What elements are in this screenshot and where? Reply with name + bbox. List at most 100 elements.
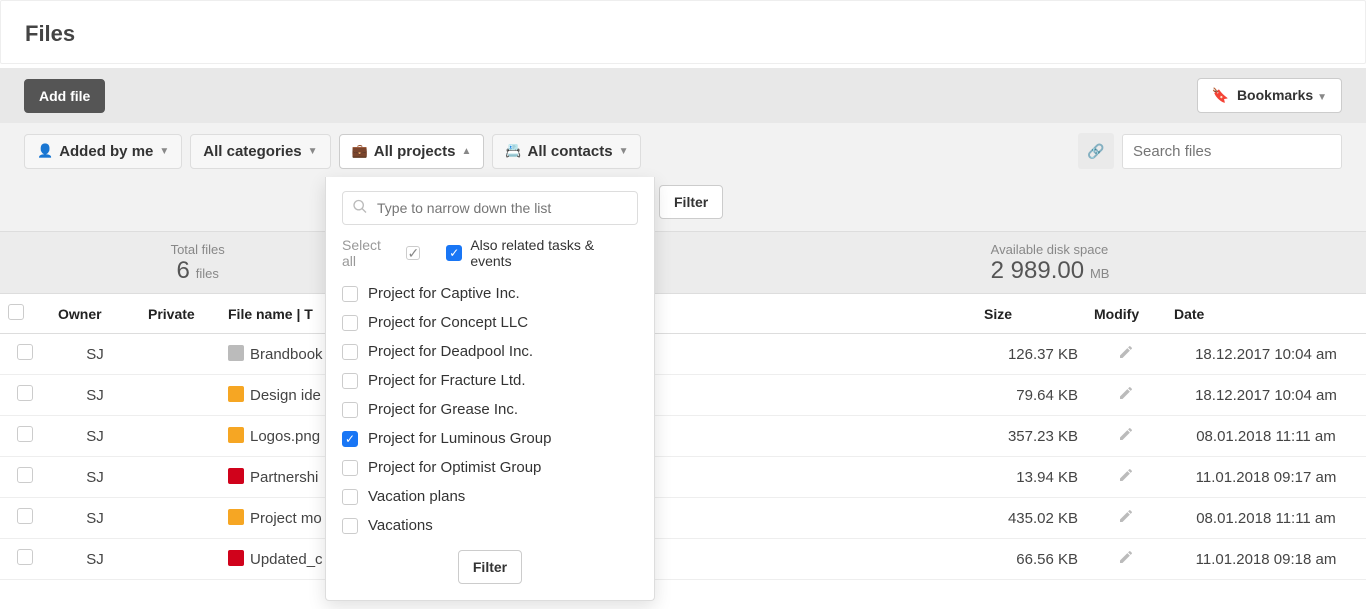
link-icon[interactable]: 🔗 <box>1078 133 1114 169</box>
table-row[interactable]: SJDesign ide79.64 KB18.12.2017 10:04 am <box>0 375 1366 416</box>
table-row[interactable]: SJLogos.png357.23 KB08.01.2018 11:11 am <box>0 416 1366 457</box>
table-row[interactable]: SJProject mo435.02 KB08.01.2018 11:11 am <box>0 498 1366 539</box>
filter-all-contacts[interactable]: 📇 All contacts ▼ <box>492 134 641 169</box>
row-checkbox[interactable] <box>17 508 33 524</box>
modify-cell[interactable] <box>1086 416 1166 457</box>
dropdown-filter-button[interactable]: Filter <box>458 550 522 584</box>
modify-cell[interactable] <box>1086 375 1166 416</box>
pencil-icon <box>1118 552 1134 569</box>
project-checkbox[interactable] <box>342 460 358 476</box>
filter-all-projects[interactable]: 💼 All projects ▲ <box>339 134 485 169</box>
select-all-label[interactable]: Select all <box>342 237 398 269</box>
private-cell <box>140 375 220 416</box>
project-label: Vacations <box>368 517 433 534</box>
search-input[interactable] <box>1122 134 1342 169</box>
project-checkbox[interactable] <box>342 315 358 331</box>
dropdown-search-input[interactable] <box>342 191 638 225</box>
filter-label: Added by me <box>59 143 153 160</box>
size-cell: 79.64 KB <box>976 375 1086 416</box>
size-cell: 13.94 KB <box>976 457 1086 498</box>
th-modify[interactable]: Modify <box>1086 294 1166 334</box>
dropdown-item[interactable]: Project for Fracture Ltd. <box>326 366 654 395</box>
dropdown-item[interactable]: Project for Deadpool Inc. <box>326 337 654 366</box>
modify-cell[interactable] <box>1086 498 1166 539</box>
size-cell: 126.37 KB <box>976 334 1086 375</box>
private-cell <box>140 457 220 498</box>
row-checkbox[interactable] <box>17 385 33 401</box>
dropdown-item[interactable]: Project for Concept LLC <box>326 308 654 337</box>
dropdown-search <box>342 191 638 225</box>
filter-all-categories[interactable]: All categories ▼ <box>190 134 330 169</box>
dropdown-item[interactable]: Project for Grease Inc. <box>326 395 654 424</box>
owner-cell: SJ <box>50 498 140 539</box>
project-label: Project for Luminous Group <box>368 430 551 447</box>
select-all-rows-checkbox[interactable] <box>8 304 24 320</box>
filters-bar-2: Filter <box>0 179 1366 231</box>
project-checkbox[interactable]: ✓ <box>342 431 358 447</box>
th-size[interactable]: Size <box>976 294 1086 334</box>
filter-added-by-me[interactable]: 👤 Added by me ▼ <box>24 134 182 169</box>
projects-dropdown: Select all ✓ ✓ Also related tasks & even… <box>325 177 655 601</box>
table-row[interactable]: SJBrandbook126.37 KB18.12.2017 10:04 am <box>0 334 1366 375</box>
row-checkbox[interactable] <box>17 549 33 565</box>
th-owner[interactable]: Owner <box>50 294 140 334</box>
owner-cell: SJ <box>50 539 140 580</box>
owner-cell: SJ <box>50 457 140 498</box>
size-cell: 357.23 KB <box>976 416 1086 457</box>
dropdown-item[interactable]: Project for Captive Inc. <box>326 279 654 308</box>
stat-avail-space: Available disk space 2 989.00 MB <box>891 232 1366 293</box>
stat-unit: files <box>196 266 219 281</box>
dropdown-item[interactable]: ✓ Project for Luminous Group <box>326 424 654 453</box>
project-label: Project for Optimist Group <box>368 459 541 476</box>
stat-label: Available disk space <box>991 242 1346 257</box>
pencil-icon <box>1118 511 1134 528</box>
file-type-icon <box>228 550 244 566</box>
bookmark-icon: 🔖 <box>1212 87 1229 103</box>
file-type-icon <box>228 468 244 484</box>
filter-button[interactable]: Filter <box>659 185 723 219</box>
dropdown-item[interactable]: Project for Optimist Group <box>326 453 654 482</box>
project-checkbox[interactable] <box>342 286 358 302</box>
dropdown-footer: Filter <box>326 540 654 586</box>
also-related-label: Also related tasks & events <box>470 237 638 269</box>
th-private[interactable]: Private <box>140 294 220 334</box>
modify-cell[interactable] <box>1086 334 1166 375</box>
add-file-button[interactable]: Add file <box>24 79 105 113</box>
private-cell <box>140 498 220 539</box>
stats-bar: Total files 6 files Total disk space 3 0… <box>0 231 1366 294</box>
file-type-icon <box>228 345 244 361</box>
bookmarks-button[interactable]: 🔖 Bookmarks ▼ <box>1197 78 1342 113</box>
project-checkbox[interactable] <box>342 518 358 534</box>
dropdown-item[interactable]: Vacations <box>326 511 654 540</box>
table-row[interactable]: SJPartnershi13.94 KB11.01.2018 09:17 am <box>0 457 1366 498</box>
private-cell <box>140 416 220 457</box>
project-checkbox[interactable] <box>342 344 358 360</box>
modify-cell[interactable] <box>1086 539 1166 580</box>
caret-up-icon: ▲ <box>461 146 471 157</box>
dropdown-select-row: Select all ✓ ✓ Also related tasks & even… <box>326 235 654 279</box>
project-label: Project for Concept LLC <box>368 314 528 331</box>
stat-label: Total files <box>20 242 375 257</box>
project-label: Project for Fracture Ltd. <box>368 372 526 389</box>
table-row[interactable]: SJUpdated_c66.56 KB11.01.2018 09:18 am <box>0 539 1366 580</box>
page-title: Files <box>25 21 1341 47</box>
caret-down-icon: ▼ <box>159 146 169 157</box>
project-checkbox[interactable] <box>342 489 358 505</box>
date-cell: 08.01.2018 11:11 am <box>1166 416 1366 457</box>
caret-down-icon: ▼ <box>619 146 629 157</box>
row-checkbox[interactable] <box>17 426 33 442</box>
stat-value: 2 989.00 <box>991 257 1084 284</box>
also-related-checkbox[interactable]: ✓ <box>446 245 462 261</box>
owner-cell: SJ <box>50 416 140 457</box>
dropdown-item[interactable]: Vacation plans <box>326 482 654 511</box>
project-checkbox[interactable] <box>342 402 358 418</box>
project-checkbox[interactable] <box>342 373 358 389</box>
row-checkbox[interactable] <box>17 344 33 360</box>
date-cell: 11.01.2018 09:18 am <box>1166 539 1366 580</box>
date-cell: 08.01.2018 11:11 am <box>1166 498 1366 539</box>
row-checkbox[interactable] <box>17 467 33 483</box>
modify-cell[interactable] <box>1086 457 1166 498</box>
th-date[interactable]: Date <box>1166 294 1366 334</box>
date-cell: 18.12.2017 10:04 am <box>1166 375 1366 416</box>
select-all-checkbox[interactable]: ✓ <box>406 246 420 260</box>
